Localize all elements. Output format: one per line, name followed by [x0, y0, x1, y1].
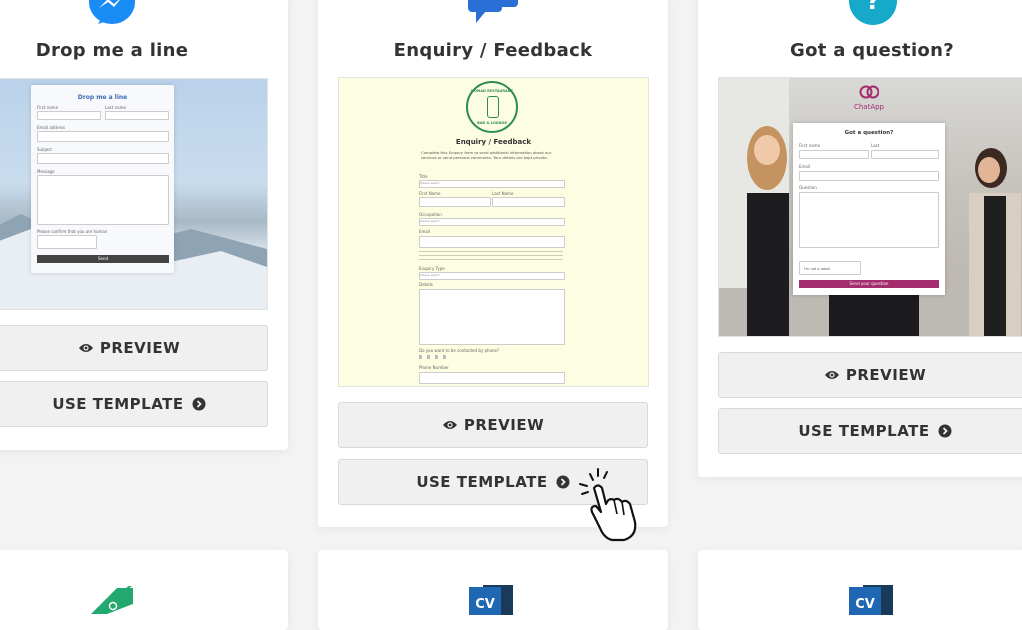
template-card-bottom-3: CV [698, 550, 1022, 630]
chevron-circle-right-icon [192, 397, 206, 411]
mini-label-enquiry-type: Enquiry Type [419, 266, 445, 271]
svg-text:?: ? [866, 0, 880, 15]
card-title: Drop me a line [35, 40, 189, 61]
mini-label-contacted: Do you want to be contacted by phone? [419, 348, 500, 353]
chat-bubbles-icon [468, 0, 518, 28]
use-template-button[interactable]: USE TEMPLATE [0, 381, 268, 427]
mini-input [419, 197, 491, 207]
hand-pointer-cursor-icon [574, 466, 644, 542]
mini-input [105, 111, 169, 120]
preview-button-label: PREVIEW [463, 416, 545, 434]
chevron-circle-right-icon [556, 475, 570, 489]
form-preview-panel: Drop me a line First name Last name Emai… [31, 85, 174, 273]
mini-label-email: Email address [37, 125, 66, 130]
mini-label-first-name: First name [37, 105, 59, 110]
use-template-button-label: USE TEMPLATE [52, 395, 184, 413]
template-card-bottom-2: CV [318, 550, 668, 630]
cv-icon: CV [849, 585, 895, 615]
mini-intro: Complete this Enquiry form to send addit… [421, 150, 552, 160]
template-card-bottom-1 [0, 550, 288, 630]
template-thumbnail[interactable]: NOMAD RESTAURANT BAR & LOUNGE Enquiry / … [338, 77, 649, 387]
template-thumbnail[interactable]: ChatApp Got a question? First name Last … [718, 77, 1022, 337]
card-title: Enquiry / Feedback [393, 40, 593, 61]
template-card-enquiry-feedback: Enquiry / Feedback NOMAD RESTAURANT BAR … [318, 0, 668, 527]
preview-button-label: PREVIEW [845, 366, 927, 384]
messenger-icon [88, 0, 136, 30]
mini-label-subject: Subject [37, 147, 52, 152]
mini-select: Please select [419, 218, 565, 226]
mini-label-title: Title [419, 174, 428, 179]
mini-input [419, 372, 565, 384]
mini-label-email: Email [419, 229, 431, 234]
preview-button-label: PREVIEW [99, 339, 181, 357]
question-mark-icon: ? [848, 0, 898, 30]
price-tag-icon [89, 583, 135, 620]
eye-icon [442, 419, 458, 431]
mini-textarea [419, 289, 565, 345]
mini-label-last: Last [871, 143, 880, 148]
use-template-button-label: USE TEMPLATE [416, 473, 548, 491]
mini-textarea [799, 192, 939, 248]
card-title: Got a question? [790, 40, 954, 61]
mini-send-button: Send your question [799, 280, 939, 288]
mini-input [37, 111, 101, 120]
mini-label-email: Email [799, 164, 811, 169]
mini-form-title: Drop me a line [77, 94, 128, 101]
mini-recaptcha: I'm not a robot [799, 261, 861, 275]
mini-recaptcha [37, 235, 97, 249]
form-preview-panel: Got a question? First name Last Email Qu… [793, 123, 945, 295]
preview-button[interactable]: PREVIEW [718, 352, 1022, 398]
mini-input [419, 236, 565, 248]
cv-icon: CV [469, 585, 515, 615]
preview-button[interactable]: PREVIEW [338, 402, 648, 448]
mini-paragraph [419, 251, 563, 263]
mini-input [799, 171, 939, 181]
template-thumbnail[interactable]: Drop me a line First name Last name Emai… [0, 78, 268, 310]
preview-button[interactable]: PREVIEW [0, 325, 268, 371]
use-template-button-label: USE TEMPLATE [798, 422, 930, 440]
mini-send-button: Send [37, 255, 169, 263]
mini-input [37, 153, 169, 164]
mini-recaptcha-label: Please confirm that you are human [37, 229, 108, 234]
mini-label-last-name: Last Name [492, 191, 514, 196]
mini-label-occupation: Occupation [419, 212, 442, 217]
mini-label-first-name: First name [799, 143, 821, 148]
template-card-got-a-question: ? Got a question? ChatApp Got a question… [698, 0, 1022, 477]
mini-label-message: Message [37, 169, 55, 174]
restaurant-logo: NOMAD RESTAURANT BAR & LOUNGE [466, 81, 518, 133]
mini-label-phone: Phone Number [419, 365, 449, 370]
mini-form-title: Enquiry / Feedback [455, 138, 532, 146]
mini-select: Please select [419, 272, 565, 280]
mini-input [37, 131, 169, 142]
mini-label-question: Question [799, 185, 817, 190]
chevron-circle-right-icon [938, 424, 952, 438]
mini-input [492, 197, 565, 207]
mini-select: Please select [419, 180, 565, 188]
mini-form-title: Got a question? [844, 130, 894, 136]
use-template-button[interactable]: USE TEMPLATE [718, 408, 1022, 454]
mini-input [799, 150, 869, 159]
mini-textarea [37, 175, 169, 225]
mini-radio-group [419, 355, 447, 359]
mini-label-last-name: Last name [105, 105, 126, 110]
eye-icon [824, 369, 840, 381]
mini-input [871, 150, 939, 159]
template-card-drop-me-a-line: Drop me a line Drop me a line First name… [0, 0, 288, 450]
chatapp-logo: ChatApp [849, 84, 889, 116]
eye-icon [78, 342, 94, 354]
mini-label-details: Details [419, 282, 433, 287]
mini-label-first-name: First Name [419, 191, 441, 196]
